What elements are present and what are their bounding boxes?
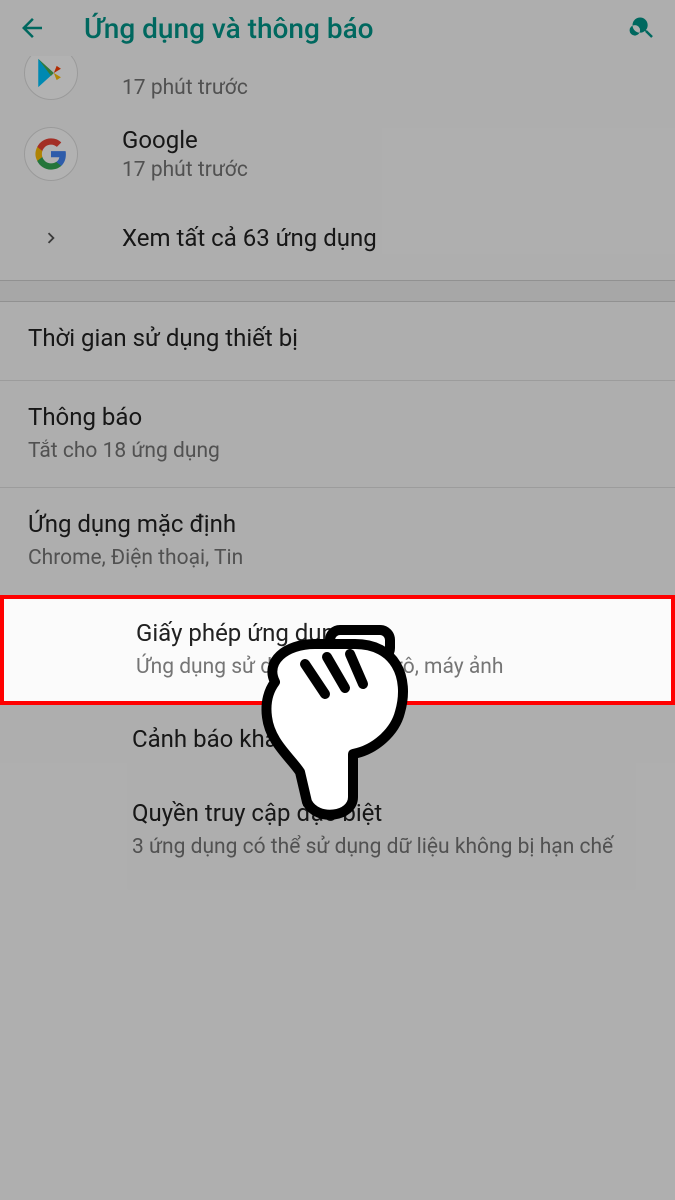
- row-title: Cảnh báo khẩn cấp: [132, 725, 647, 753]
- row-screen-time[interactable]: Thời gian sử dụng thiết bị: [0, 302, 675, 381]
- row-subtitle: 3 ứng dụng có thể sử dụng dữ liệu không …: [132, 833, 647, 861]
- row-special-access[interactable]: Quyền truy cập đặc biệt 3 ứng dụng có th…: [0, 779, 675, 881]
- recent-app-name: Google: [122, 126, 248, 154]
- recent-app-row[interactable]: Google 17 phút trước: [0, 112, 675, 196]
- page-title: Ứng dụng và thông báo: [56, 12, 619, 45]
- see-all-label: Xem tất cả 63 ứng dụng: [78, 224, 377, 252]
- recent-app-subtitle: 17 phút trước: [122, 76, 248, 100]
- recent-app-subtitle: 17 phút trước: [122, 158, 248, 182]
- google-icon: [24, 127, 78, 181]
- row-title: Thời gian sử dụng thiết bị: [28, 324, 647, 352]
- row-subtitle: Chrome, Điện thoại, Tin: [28, 544, 647, 572]
- chevron-right-icon: [24, 227, 78, 249]
- search-icon: [629, 14, 657, 42]
- arrow-back-icon: [17, 13, 47, 43]
- back-button[interactable]: [8, 4, 56, 52]
- row-title: Quyền truy cập đặc biệt: [132, 799, 647, 827]
- row-title: Ứng dụng mặc định: [28, 510, 647, 538]
- row-subtitle: Tắt cho 18 ứng dụng: [28, 437, 647, 465]
- row-default-apps[interactable]: Ứng dụng mặc định Chrome, Điện thoại, Ti…: [0, 488, 675, 594]
- row-app-permissions[interactable]: Giấy phép ứng dụng Ứng dụng sử dụng vị t…: [4, 599, 671, 701]
- play-store-icon: [24, 56, 78, 100]
- row-title: Giấy phép ứng dụng: [136, 619, 643, 647]
- highlight-annotation: Giấy phép ứng dụng Ứng dụng sử dụng vị t…: [0, 595, 675, 705]
- row-notifications[interactable]: Thông báo Tắt cho 18 ứng dụng: [0, 381, 675, 488]
- row-subtitle: Ứng dụng sử dụng vị trí, micrô, máy ảnh: [136, 653, 643, 681]
- app-bar: Ứng dụng và thông báo: [0, 0, 675, 56]
- search-button[interactable]: [619, 4, 667, 52]
- row-title: Thông báo: [28, 403, 647, 431]
- section-divider: [0, 280, 675, 302]
- row-emergency-alerts[interactable]: Cảnh báo khẩn cấp: [0, 705, 675, 779]
- recent-app-row[interactable]: 17 phút trước: [0, 56, 675, 112]
- see-all-apps[interactable]: Xem tất cả 63 ứng dụng: [0, 196, 675, 280]
